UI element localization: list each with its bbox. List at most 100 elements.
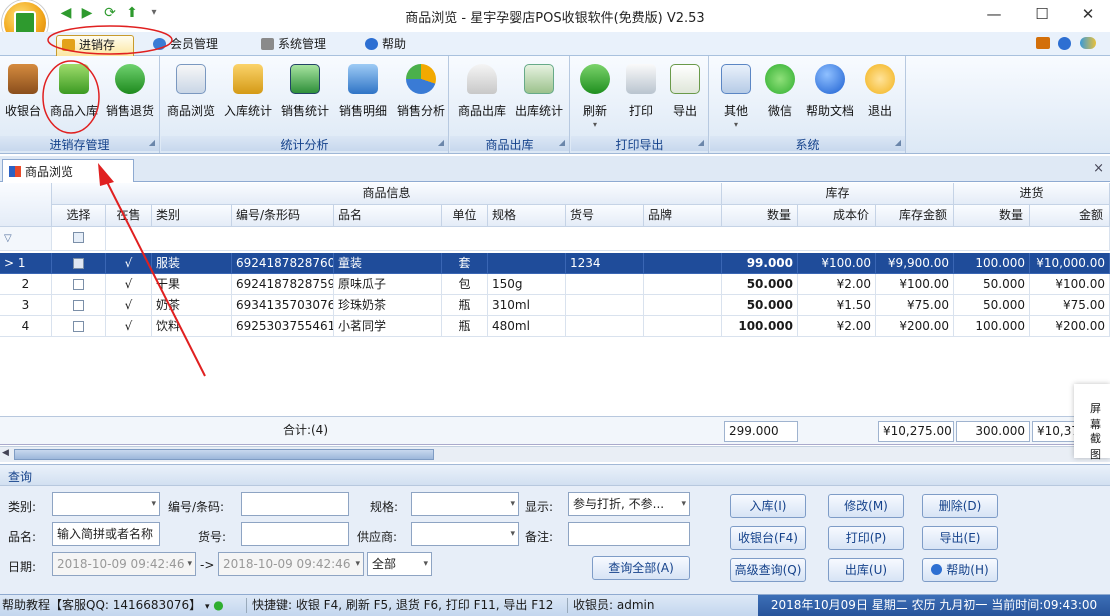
category-select[interactable]: ▾ [52, 492, 160, 516]
select-all-checkbox[interactable] [73, 232, 84, 243]
col-onsale[interactable]: 在售 [106, 205, 152, 227]
stock-out-stats-button[interactable]: 出库统计 [510, 60, 568, 134]
screenshot-hint-panel[interactable]: 屏幕 截图 [1074, 384, 1110, 461]
maximize-button[interactable]: ☐ [1030, 4, 1054, 24]
col-item-no[interactable]: 货号 [566, 205, 644, 227]
horizontal-scrollbar[interactable]: ◀ [0, 446, 1110, 462]
stock-in-stats-button[interactable]: 入库统计 [221, 60, 275, 134]
print-button[interactable]: 打印 [619, 60, 663, 134]
row-checkbox[interactable] [52, 295, 106, 316]
col-in-qty[interactable]: 数量 [954, 205, 1030, 227]
delete-button[interactable]: 删除(D) [922, 494, 998, 518]
stock-in-button[interactable]: 商品入库 [46, 60, 102, 134]
checkbox[interactable] [73, 279, 84, 290]
pos-button[interactable]: 收银台 [0, 60, 46, 134]
help-icon[interactable] [1058, 37, 1071, 50]
table-row[interactable]: 3 √ 奶茶 6934135703076 珍珠奶茶 瓶 310ml 50.000… [0, 295, 1110, 316]
forward-icon[interactable]: ▶ [79, 6, 95, 20]
back-icon[interactable]: ◀ [58, 6, 74, 20]
cell-name: 童装 [334, 253, 442, 274]
row-checkbox[interactable] [52, 274, 106, 295]
close-tab-icon[interactable]: × [1093, 161, 1104, 176]
help-action-button[interactable]: 帮助(H) [922, 558, 998, 582]
pos-action-button[interactable]: 收银台(F4) [730, 526, 806, 550]
up-icon[interactable]: ⬆ [124, 6, 140, 20]
checkbox[interactable] [73, 300, 84, 311]
refresh-button[interactable]: 刷新 ▾ [573, 60, 617, 134]
summary-count: 合计:(4) [282, 423, 328, 437]
col-select[interactable]: 选择 [52, 205, 106, 227]
group-label: 系统 ◢ [710, 136, 905, 152]
group-statistics: 商品浏览 入库统计 销售统计 销售明细 销售分析 统计分析 ◢ [161, 56, 449, 153]
help-tutorial-link[interactable]: 帮助教程【客服QQ: 1416683076】 ▾ ● [2, 595, 224, 616]
col-in-amount[interactable]: 金额 [1030, 205, 1110, 227]
exit-button[interactable]: 退出 [858, 60, 902, 134]
row-number: 4 [0, 316, 52, 337]
col-qty[interactable]: 数量 [722, 205, 798, 227]
item-no-input[interactable] [241, 522, 349, 546]
print-action-button[interactable]: 打印(P) [828, 526, 904, 550]
sales-stats-button[interactable]: 销售统计 [277, 60, 333, 134]
scroll-thumb[interactable] [14, 449, 434, 460]
filter-select-all[interactable] [52, 227, 106, 251]
barcode-label: 编号/条码: [168, 500, 225, 514]
tab-members[interactable]: 会员管理 [148, 35, 226, 56]
col-spec[interactable]: 规格 [488, 205, 566, 227]
spec-select[interactable]: ▾ [411, 492, 519, 516]
tab-inventory[interactable]: 进销存 [56, 35, 134, 56]
cart-icon[interactable] [1036, 37, 1050, 49]
col-cost[interactable]: 成本价 [798, 205, 876, 227]
col-category[interactable]: 类别 [152, 205, 232, 227]
product-browse-button[interactable]: 商品浏览 [163, 60, 219, 134]
stock-out-button[interactable]: 商品出库 [454, 60, 510, 134]
tab-help[interactable]: 帮助 [360, 35, 414, 56]
minimize-button[interactable]: — [982, 4, 1006, 24]
advanced-query-button[interactable]: 高级查询(Q) [730, 558, 806, 582]
ribbon-tabs: 进销存 会员管理 系统管理 帮助 [0, 32, 1110, 56]
sales-return-button[interactable]: 销售退货 [102, 60, 158, 134]
table-row[interactable]: > 1 √ 服装 6924187828760 童装 套 1234 99.000 … [0, 253, 1110, 274]
filter-row[interactable] [106, 227, 1110, 251]
remark-input[interactable] [568, 522, 690, 546]
help-doc-button[interactable]: 帮助文档 [802, 60, 858, 134]
window-title: 商品浏览 - 星宇孕婴店POS收银软件(免费版) V2.53 [405, 11, 705, 26]
date-from-input[interactable]: 2018-10-09 09:42:46 ▾ [52, 552, 196, 576]
cell-unit: 包 [442, 274, 488, 295]
close-window-button[interactable]: ✕ [1076, 4, 1100, 24]
stock-in-action-button[interactable]: 入库(I) [730, 494, 806, 518]
quick-access-dropdown-icon[interactable]: ▾ [146, 6, 162, 20]
tab-system[interactable]: 系统管理 [256, 35, 334, 56]
scroll-left-icon[interactable]: ◀ [2, 448, 9, 458]
table-row[interactable]: 2 √ 干果 6924187828759 原味瓜子 包 150g 50.000 … [0, 274, 1110, 295]
col-stock-amount[interactable]: 库存金额 [876, 205, 954, 227]
cell-unit: 套 [442, 253, 488, 274]
wechat-button[interactable]: 微信 [758, 60, 802, 134]
supplier-select[interactable]: ▾ [411, 522, 519, 546]
name-input[interactable]: 输入简拼或者名称 [52, 522, 160, 546]
row-checkbox[interactable] [52, 316, 106, 337]
refresh-quick-icon[interactable]: ⟳ [102, 6, 118, 20]
hint-line-2: 截图 [1090, 432, 1101, 461]
row-checkbox[interactable] [52, 253, 106, 274]
export-button[interactable]: 导出 [663, 60, 707, 134]
stock-out-action-button[interactable]: 出库(U) [828, 558, 904, 582]
doc-tab-product-browse[interactable]: 商品浏览 [2, 159, 134, 182]
date-to-input[interactable]: 2018-10-09 09:42:46 ▾ [218, 552, 364, 576]
col-barcode[interactable]: 编号/条形码 [232, 205, 334, 227]
col-name[interactable]: 品名 [334, 205, 442, 227]
barcode-input[interactable] [241, 492, 349, 516]
col-brand[interactable]: 品牌 [644, 205, 722, 227]
other-button[interactable]: 其他 ▾ [714, 60, 758, 134]
sales-analysis-button[interactable]: 销售分析 [393, 60, 449, 134]
sales-detail-button[interactable]: 销售明细 [335, 60, 391, 134]
table-row[interactable]: 4 √ 饮料 6925303755461 小茗同学 瓶 480ml 100.00… [0, 316, 1110, 337]
query-all-button[interactable]: 查询全部(A) [592, 556, 690, 580]
edit-button[interactable]: 修改(M) [828, 494, 904, 518]
checkbox[interactable] [73, 258, 84, 269]
display-select[interactable]: 参与打折, 不参... ▾ [568, 492, 690, 516]
checkbox[interactable] [73, 321, 84, 332]
date-scope-select[interactable]: 全部 ▾ [367, 552, 432, 576]
skin-icon[interactable] [1080, 37, 1096, 49]
col-unit[interactable]: 单位 [442, 205, 488, 227]
export-action-button[interactable]: 导出(E) [922, 526, 998, 550]
